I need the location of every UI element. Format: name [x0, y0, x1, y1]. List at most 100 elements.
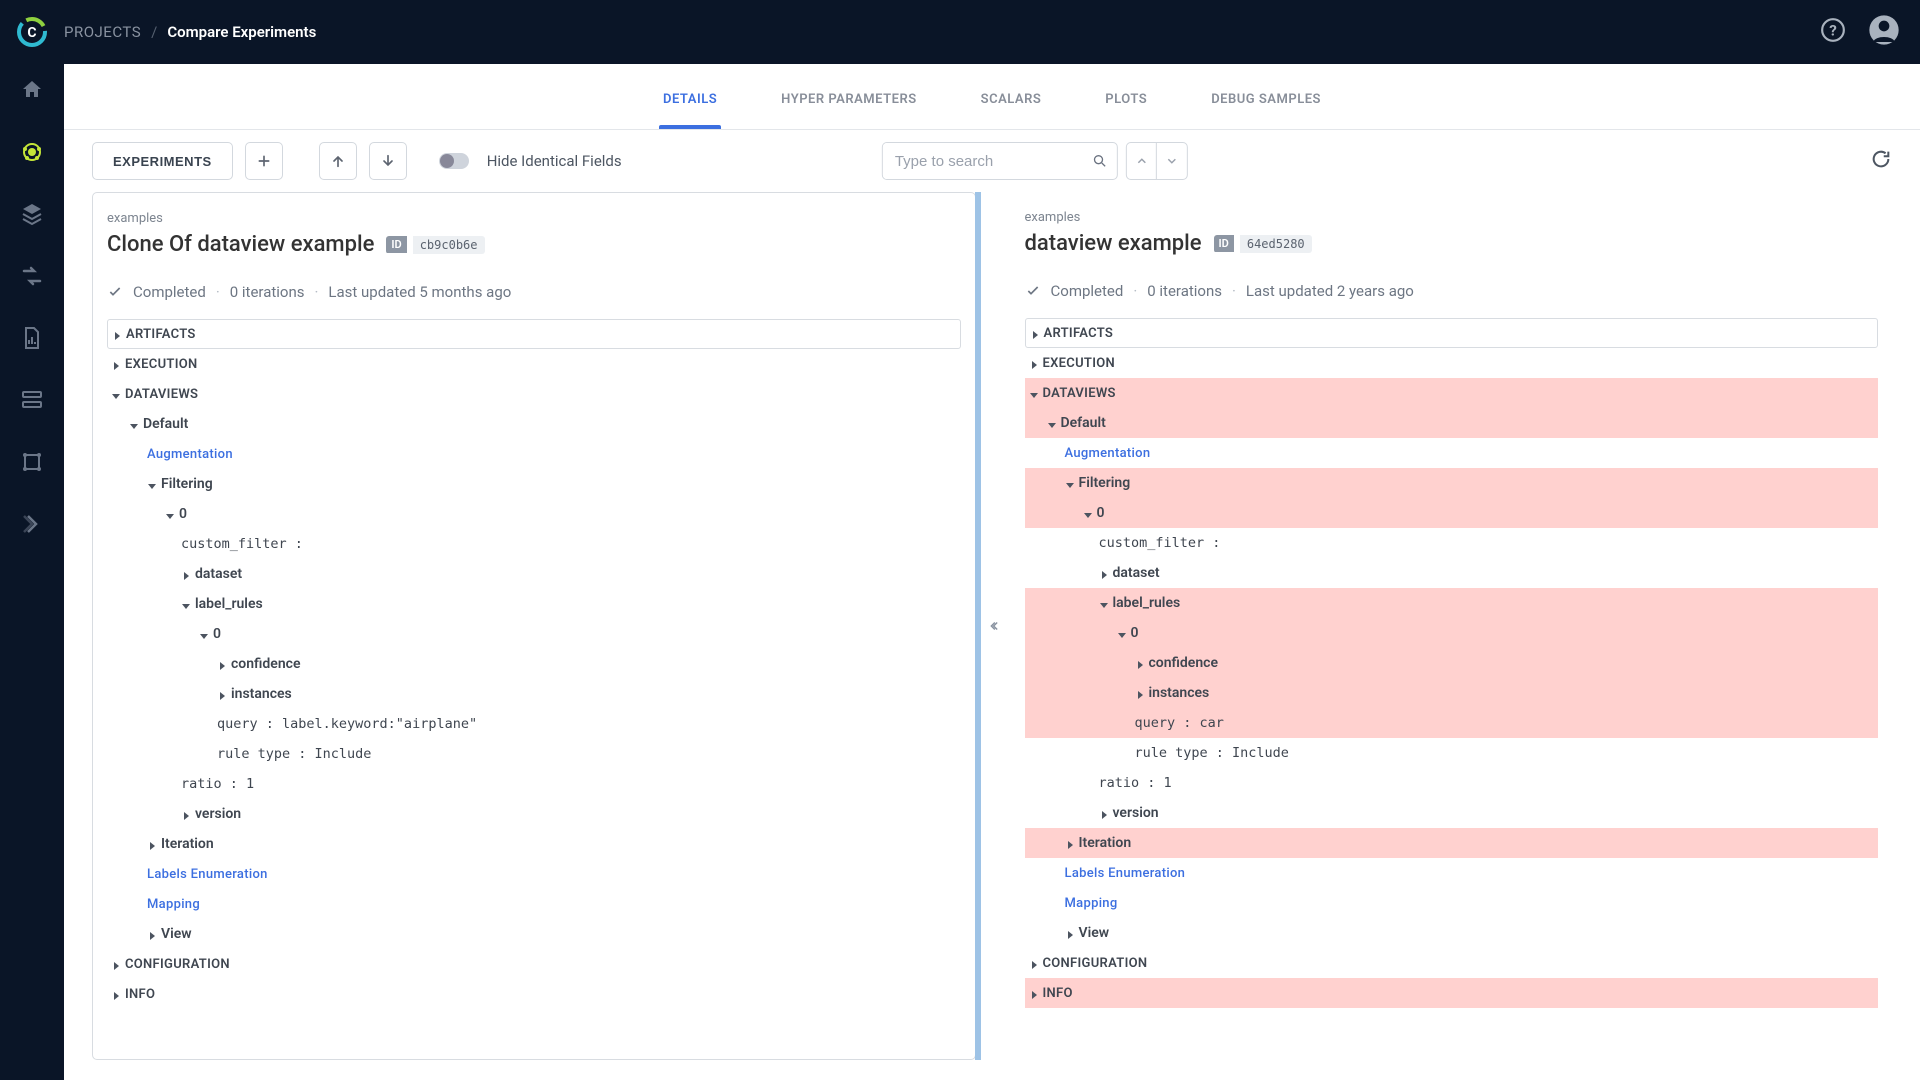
- svg-text:C: C: [27, 25, 36, 41]
- node-version[interactable]: version: [107, 799, 961, 829]
- tab-hyper-parameters[interactable]: HYPER PARAMETERS: [777, 92, 920, 129]
- node-confidence[interactable]: confidence: [107, 649, 961, 679]
- node-dataset[interactable]: dataset: [107, 559, 961, 589]
- search-next-button[interactable]: [1157, 143, 1187, 179]
- node-label-rules[interactable]: label_rules: [1025, 588, 1879, 618]
- sidebar-home[interactable]: [16, 74, 48, 106]
- move-down-button[interactable]: [369, 142, 407, 180]
- breadcrumb-title: Compare Experiments: [167, 23, 316, 41]
- tab-plots[interactable]: PLOTS: [1101, 92, 1151, 129]
- node-rule-type: rule type : Include: [107, 739, 961, 769]
- status-text: Completed: [1051, 282, 1124, 300]
- experiment-panel-left: examples Clone Of dataview example IDcb9…: [92, 192, 976, 1060]
- node-instances[interactable]: instances: [107, 679, 961, 709]
- node-filter-0[interactable]: 0: [107, 499, 961, 529]
- section-dataviews[interactable]: DATAVIEWS: [107, 379, 961, 409]
- search-prev-button[interactable]: [1127, 143, 1157, 179]
- topbar: C PROJECTS / Compare Experiments ?: [0, 0, 1920, 64]
- collapse-handle[interactable]: [981, 619, 1011, 633]
- node-default[interactable]: Default: [1025, 408, 1879, 438]
- sidebar-more[interactable]: [16, 508, 48, 540]
- node-labels-enum[interactable]: Labels Enumeration: [107, 859, 961, 889]
- node-rule-type: rule type : Include: [1025, 738, 1879, 768]
- node-augmentation[interactable]: Augmentation: [1025, 438, 1879, 468]
- add-experiment-button[interactable]: [245, 142, 283, 180]
- experiment-id-badge: ID64ed5280: [1214, 235, 1312, 253]
- search-group: [882, 142, 1188, 180]
- node-label-rules[interactable]: label_rules: [107, 589, 961, 619]
- node-mapping[interactable]: Mapping: [107, 889, 961, 919]
- experiments-button[interactable]: EXPERIMENTS: [92, 142, 233, 180]
- node-filter-0[interactable]: 0: [1025, 498, 1879, 528]
- section-artifacts[interactable]: ARTIFACTS: [1025, 318, 1879, 348]
- node-iteration[interactable]: Iteration: [107, 829, 961, 859]
- status-row: Completed· 0 iterations· Last updated 2 …: [1011, 282, 1893, 300]
- node-version[interactable]: version: [1025, 798, 1879, 828]
- section-execution[interactable]: EXECUTION: [107, 349, 961, 379]
- experiment-title: dataview example: [1025, 231, 1202, 256]
- updated-text: Last updated 2 years ago: [1246, 282, 1414, 300]
- hide-identical-label: Hide Identical Fields: [487, 152, 622, 170]
- tab-details[interactable]: DETAILS: [659, 92, 721, 129]
- search-icon[interactable]: [1083, 143, 1117, 179]
- breadcrumb-projects[interactable]: PROJECTS: [64, 23, 141, 41]
- section-execution[interactable]: EXECUTION: [1025, 348, 1879, 378]
- node-view[interactable]: View: [107, 919, 961, 949]
- section-configuration[interactable]: CONFIGURATION: [107, 949, 961, 979]
- sidebar-experiments[interactable]: [16, 136, 48, 168]
- svg-text:?: ?: [1829, 21, 1837, 39]
- node-default[interactable]: Default: [107, 409, 961, 439]
- compare-area: examples Clone Of dataview example IDcb9…: [64, 192, 1920, 1080]
- project-label: examples: [107, 211, 961, 226]
- node-custom-filter: custom_filter :: [1025, 528, 1879, 558]
- node-dataset[interactable]: dataset: [1025, 558, 1879, 588]
- search-input[interactable]: [883, 143, 1083, 179]
- node-lr-0[interactable]: 0: [107, 619, 961, 649]
- node-filtering[interactable]: Filtering: [1025, 468, 1879, 498]
- status-text: Completed: [133, 283, 206, 301]
- app-logo[interactable]: C: [0, 0, 64, 64]
- details-tree: ARTIFACTS EXECUTION DATAVIEWS Default Au…: [93, 319, 975, 1029]
- node-filtering[interactable]: Filtering: [107, 469, 961, 499]
- sidebar-pipelines[interactable]: [16, 260, 48, 292]
- node-instances[interactable]: instances: [1025, 678, 1879, 708]
- sidebar: [0, 64, 64, 1080]
- iterations-text: 0 iterations: [1147, 282, 1222, 300]
- node-labels-enum[interactable]: Labels Enumeration: [1025, 858, 1879, 888]
- move-up-button[interactable]: [319, 142, 357, 180]
- node-lr-0[interactable]: 0: [1025, 618, 1879, 648]
- node-view[interactable]: View: [1025, 918, 1879, 948]
- tab-debug-samples[interactable]: DEBUG SAMPLES: [1207, 92, 1325, 129]
- node-query: query : car: [1025, 708, 1879, 738]
- breadcrumb-separator: /: [151, 23, 157, 41]
- refresh-button[interactable]: [1870, 148, 1892, 174]
- breadcrumb: PROJECTS / Compare Experiments: [64, 23, 316, 41]
- main-content: DETAILS HYPER PARAMETERS SCALARS PLOTS D…: [64, 64, 1920, 1080]
- updated-text: Last updated 5 months ago: [328, 283, 511, 301]
- section-dataviews[interactable]: DATAVIEWS: [1025, 378, 1879, 408]
- node-mapping[interactable]: Mapping: [1025, 888, 1879, 918]
- section-info[interactable]: INFO: [107, 979, 961, 1009]
- section-info[interactable]: INFO: [1025, 978, 1879, 1008]
- sidebar-reports[interactable]: [16, 322, 48, 354]
- tab-scalars[interactable]: SCALARS: [977, 92, 1046, 129]
- node-custom-filter: custom_filter :: [107, 529, 961, 559]
- sidebar-annotations[interactable]: [16, 446, 48, 478]
- experiment-panel-right: examples dataview example ID64ed5280 Com…: [1011, 192, 1893, 1060]
- toolbar: EXPERIMENTS Hide Identical Fields: [64, 130, 1920, 192]
- experiment-title: Clone Of dataview example: [107, 232, 374, 257]
- node-augmentation[interactable]: Augmentation: [107, 439, 961, 469]
- details-tree: ARTIFACTS EXECUTION DATAVIEWS Default Au…: [1011, 318, 1893, 1028]
- section-artifacts[interactable]: ARTIFACTS: [107, 319, 961, 349]
- user-icon[interactable]: [1868, 14, 1900, 50]
- help-icon[interactable]: ?: [1820, 17, 1846, 47]
- section-configuration[interactable]: CONFIGURATION: [1025, 948, 1879, 978]
- status-row: Completed· 0 iterations· Last updated 5 …: [93, 283, 975, 301]
- tabs: DETAILS HYPER PARAMETERS SCALARS PLOTS D…: [64, 64, 1920, 130]
- hide-identical-toggle[interactable]: [439, 153, 469, 169]
- iterations-text: 0 iterations: [230, 283, 305, 301]
- sidebar-workers[interactable]: [16, 384, 48, 416]
- node-iteration[interactable]: Iteration: [1025, 828, 1879, 858]
- node-confidence[interactable]: confidence: [1025, 648, 1879, 678]
- sidebar-datasets[interactable]: [16, 198, 48, 230]
